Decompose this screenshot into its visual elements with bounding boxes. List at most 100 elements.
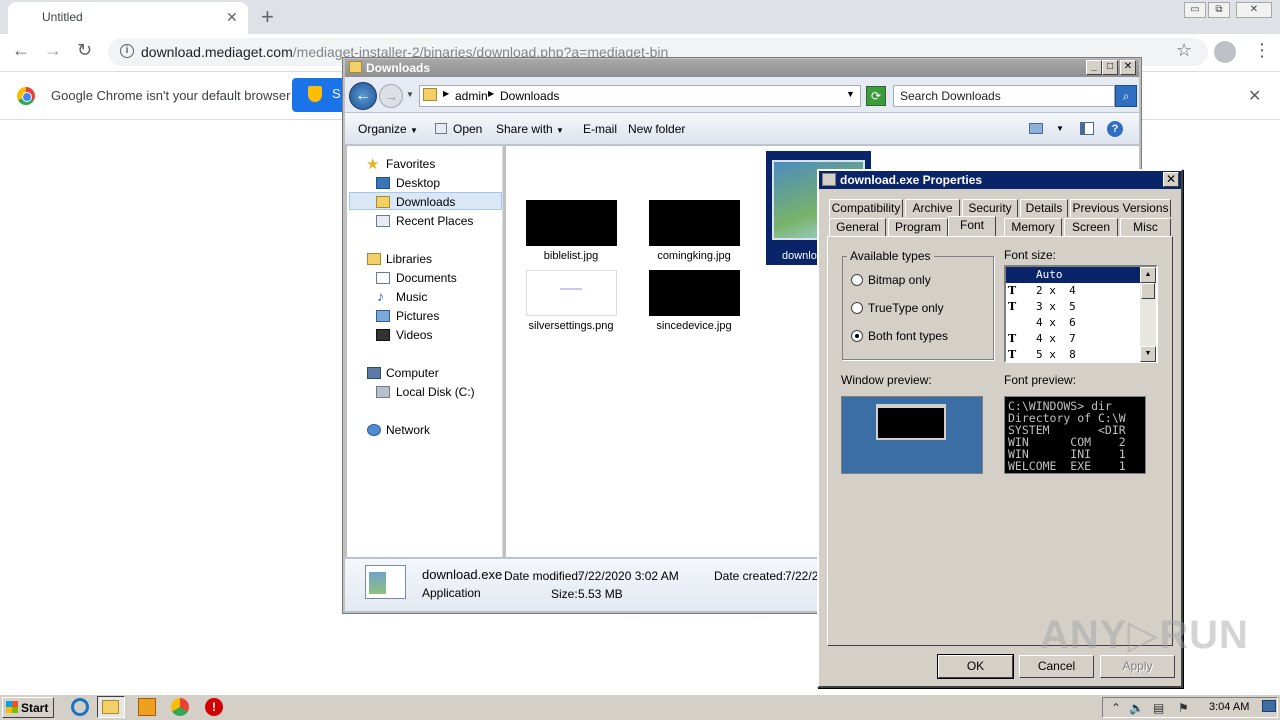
view-dropdown-icon[interactable]: ▼ [1056,124,1064,133]
show-desktop-icon[interactable] [1262,700,1276,712]
file-thumbnail[interactable] [526,270,617,316]
reload-icon[interactable]: ↻ [77,40,92,61]
font-size-option[interactable]: T 4 x 7 [1006,331,1140,347]
radio-bitmap-label[interactable]: Bitmap only [868,273,931,287]
tab-general[interactable]: General [829,218,886,236]
ok-button[interactable]: OK [937,654,1014,679]
forward-arrow-icon[interactable]: → [44,40,62,61]
radio-both-types[interactable] [851,330,863,342]
refresh-icon[interactable]: ⟳ [866,86,886,106]
radio-both-label[interactable]: Both font types [868,329,948,343]
tab-details[interactable]: Details [1020,199,1068,217]
view-icon[interactable] [1029,123,1043,134]
address-dropdown-icon[interactable]: ▼ [846,89,855,99]
nav-libraries[interactable]: Libraries [386,252,432,266]
font-size-text: 5 x 8 [1036,348,1076,361]
file-thumbnail[interactable] [649,200,740,246]
internet-explorer-icon[interactable] [71,698,89,716]
explorer-close-button[interactable]: ✕ [1120,60,1136,75]
nav-music[interactable]: Music [396,290,427,304]
nav-documents[interactable]: Documents [396,271,457,285]
minimize-button[interactable]: ▭ [1184,2,1206,18]
tray-expand-icon[interactable]: ⌃ [1111,701,1121,715]
infobar-close-icon[interactable]: ✕ [1248,86,1261,106]
tab-previous-versions[interactable]: Previous Versions [1070,199,1171,217]
radio-truetype-label[interactable]: TrueType only [868,301,944,315]
font-size-option[interactable]: T 2 x 4 [1006,283,1140,299]
tab-font[interactable]: Font [948,216,996,236]
tab-screen[interactable]: Screen [1064,218,1118,236]
font-size-option[interactable]: 4 x 6 [1006,315,1140,331]
radio-bitmap-only[interactable] [851,274,863,286]
file-name[interactable]: biblelist.jpg [511,250,631,262]
action-center-flag-icon[interactable]: ⚑ [1178,701,1189,715]
tab-close-icon[interactable]: ✕ [226,9,238,26]
recent-places-icon [376,215,390,227]
file-thumbnail[interactable] [649,270,740,316]
site-info-icon[interactable]: i [120,44,134,58]
tab-compatibility[interactable]: Compatibility [829,199,903,217]
organize-button[interactable]: Organize ▼ [358,122,418,136]
date-created-label: Date created: [714,569,787,583]
tab-archive[interactable]: Archive [905,199,960,217]
file-thumbnail[interactable] [526,200,617,246]
new-tab-button[interactable]: + [261,4,274,30]
tab-security[interactable]: Security [962,199,1018,217]
breadcrumb-downloads[interactable]: Downloads [500,89,559,103]
font-size-option[interactable]: T 3 x 5 [1006,299,1140,315]
radio-truetype-only[interactable] [851,302,863,314]
window-preview-label: Window preview: [841,373,932,387]
nav-pictures[interactable]: Pictures [396,309,439,323]
tab-memory[interactable]: Memory [1004,218,1062,236]
media-player-icon[interactable] [138,698,156,716]
nav-favorites[interactable]: Favorites [386,157,435,171]
chrome-taskbar-icon[interactable] [171,698,189,716]
stop-icon[interactable]: ! [205,698,223,716]
explorer-maximize-button[interactable]: □ [1102,60,1118,75]
preview-pane-icon[interactable] [1080,122,1094,135]
explorer-back-button[interactable]: ← [349,82,377,110]
profile-avatar-icon[interactable] [1214,41,1236,63]
explorer-minimize-button[interactable]: _ [1086,60,1102,75]
close-window-button[interactable]: ✕ [1236,2,1272,18]
open-button[interactable]: Open [453,122,482,136]
nav-computer[interactable]: Computer [386,366,439,380]
recent-pages-dropdown-icon[interactable]: ▼ [406,90,414,99]
help-icon[interactable]: ? [1107,121,1123,137]
scroll-down-icon[interactable]: ▼ [1140,346,1156,362]
file-name[interactable]: silversettings.png [511,320,631,332]
nav-desktop[interactable]: Desktop [396,176,440,190]
tab-misc[interactable]: Misc [1120,218,1171,236]
font-size-option[interactable]: T 5 x 8 [1006,347,1140,363]
breadcrumb-arrow-icon[interactable]: ▶ [443,89,449,98]
file-name[interactable]: comingking.jpg [634,250,754,262]
explorer-titlebar[interactable] [345,59,1139,77]
nav-downloads[interactable]: Downloads [396,195,455,209]
restore-button[interactable]: ⧉ [1208,2,1230,18]
cancel-button[interactable]: Cancel [1019,655,1094,678]
search-icon[interactable]: ⌕ [1115,85,1137,107]
breadcrumb-admin[interactable]: admin [455,89,488,103]
scroll-up-icon[interactable]: ▲ [1140,267,1156,283]
explorer-forward-button[interactable]: → [379,84,403,108]
nav-recent-places[interactable]: Recent Places [396,214,473,228]
nav-network[interactable]: Network [386,423,430,437]
share-with-button[interactable]: Share with ▼ [496,122,564,136]
chrome-menu-icon[interactable]: ⋮ [1253,40,1271,61]
clock[interactable]: 3:04 AM [1209,701,1249,713]
network-tray-icon[interactable]: ▤ [1153,701,1164,715]
bookmark-star-icon[interactable]: ☆ [1176,40,1192,61]
apply-button[interactable]: Apply [1100,655,1175,678]
volume-icon[interactable]: 🔈 [1129,701,1144,715]
font-size-option[interactable]: Auto [1006,267,1140,283]
breadcrumb-arrow-icon[interactable]: ▶ [488,89,494,98]
properties-close-button[interactable]: ✕ [1163,172,1179,187]
email-button[interactable]: E-mail [583,122,617,136]
back-arrow-icon[interactable]: ← [12,40,30,61]
scroll-thumb[interactable] [1141,283,1155,299]
nav-videos[interactable]: Videos [396,328,432,342]
nav-local-disk[interactable]: Local Disk (C:) [396,385,475,399]
tab-program[interactable]: Program [888,218,948,236]
file-name[interactable]: sincedevice.jpg [634,320,754,332]
new-folder-button[interactable]: New folder [628,122,685,136]
